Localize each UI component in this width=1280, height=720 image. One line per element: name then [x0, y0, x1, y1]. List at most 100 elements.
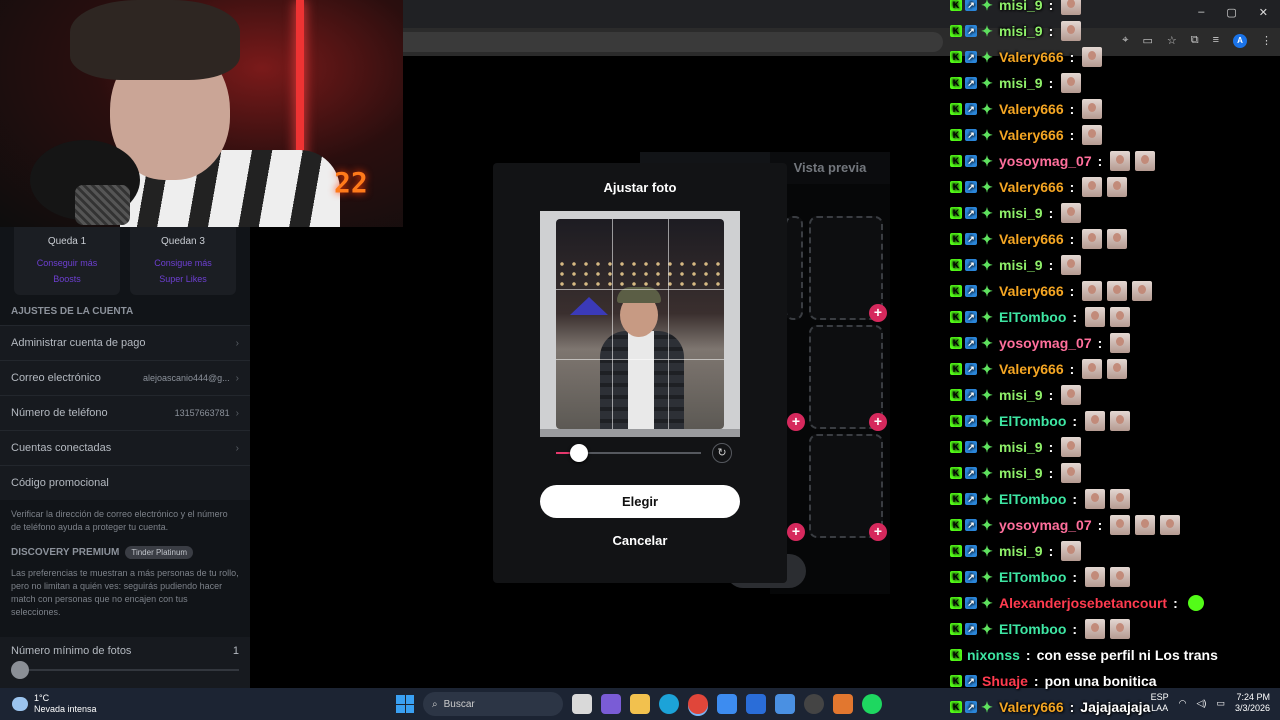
chat-username[interactable]: misi_9 — [999, 465, 1043, 481]
emote-icon — [1061, 73, 1082, 93]
moderator-badge-icon: ↗ — [965, 675, 977, 687]
chat-username[interactable]: yosoymag_07 — [999, 517, 1092, 533]
spotify-icon[interactable] — [862, 694, 882, 714]
chat-separator: : — [1072, 621, 1078, 637]
tent — [570, 297, 608, 315]
address-bar[interactable] — [403, 32, 943, 52]
get-superlikes-link-2[interactable]: Super Likes — [130, 271, 236, 287]
settings-row-connected[interactable]: Cuentas conectadas › — [0, 430, 250, 465]
chat-username[interactable]: Shuaje — [982, 673, 1028, 689]
chat-username[interactable]: ElTomboo — [999, 621, 1066, 637]
settings-row-payment[interactable]: Administrar cuenta de pago › — [0, 325, 250, 360]
obs-icon[interactable] — [804, 694, 824, 714]
chat-username[interactable]: nixonss — [967, 647, 1020, 663]
sparkle-badge-icon: ✦ — [981, 179, 993, 195]
chat-username[interactable]: misi_9 — [999, 439, 1043, 455]
chat-username[interactable]: Valery666 — [999, 101, 1064, 117]
emote-icon — [1061, 463, 1082, 483]
sparkle-badge-icon: ✦ — [981, 101, 993, 117]
get-boosts-link-2[interactable]: Boosts — [14, 271, 120, 287]
get-boosts-link[interactable]: Conseguir más — [14, 255, 120, 271]
choose-button[interactable]: Elegir — [540, 485, 740, 518]
sparkle-badge-icon: ✦ — [981, 283, 993, 299]
chat-username[interactable]: misi_9 — [999, 543, 1043, 559]
settings-row-email[interactable]: Correo electrónico alejoascanio444@g... › — [0, 360, 250, 395]
edge-icon[interactable] — [659, 694, 679, 714]
crop-area[interactable] — [540, 211, 740, 437]
settings-row-phone[interactable]: Número de teléfono 13157663781 › — [0, 395, 250, 430]
chat-username[interactable]: misi_9 — [999, 23, 1043, 39]
moderator-badge-icon: ↗ — [965, 701, 977, 713]
kick-badge-icon: K — [950, 25, 962, 37]
add-photo-button[interactable]: + — [869, 413, 887, 431]
chat-message: K ↗ ✦ Valery666: Jajajaajaja — [950, 697, 1150, 717]
photo-slot[interactable] — [809, 434, 883, 538]
chat-message: Knixonss: con esse perfil ni Los trans — [950, 645, 1218, 665]
visual-studio-icon[interactable] — [746, 694, 766, 714]
search-icon: ⌕ — [432, 698, 438, 710]
chat-username[interactable]: misi_9 — [999, 387, 1043, 403]
chat-separator: : — [1097, 153, 1103, 169]
app-icon[interactable] — [833, 694, 853, 714]
chat-username[interactable]: Valery666 — [999, 127, 1064, 143]
widgets-icon[interactable] — [601, 694, 621, 714]
chat-username[interactable]: yosoymag_07 — [999, 335, 1092, 351]
settings-row-value: alejoascanio444@g... — [142, 373, 230, 383]
photo-slot[interactable] — [785, 216, 803, 320]
file-explorer-icon[interactable] — [630, 694, 650, 714]
chat-username[interactable]: ElTomboo — [999, 569, 1066, 585]
store-icon[interactable] — [717, 694, 737, 714]
chat-message: K ↗ ✦ yosoymag_07: — [950, 151, 1156, 171]
chat-username[interactable]: Valery666 — [999, 179, 1064, 195]
chrome-icon[interactable] — [688, 694, 708, 714]
min-photos-setting: Número mínimo de fotos 1 — [0, 637, 250, 688]
chat-username[interactable]: ElTomboo — [999, 491, 1066, 507]
windows-start-icon[interactable] — [396, 695, 414, 713]
chat-username[interactable]: ElTomboo — [999, 413, 1066, 429]
streamer-hair — [70, 0, 240, 80]
get-superlikes-link[interactable]: Consigue más — [130, 255, 236, 271]
add-photo-button[interactable]: + — [869, 304, 887, 322]
taskbar-search[interactable]: ⌕ Buscar — [423, 692, 563, 716]
moderator-badge-icon: ↗ — [965, 207, 977, 219]
chat-username[interactable]: misi_9 — [999, 0, 1043, 13]
settings-row-label: Número de teléfono — [11, 407, 108, 419]
photo-slot[interactable] — [809, 216, 883, 320]
add-photo-button[interactable]: + — [787, 523, 805, 541]
chat-username[interactable]: ElTomboo — [999, 309, 1066, 325]
chat-username[interactable]: Valery666 — [999, 283, 1064, 299]
profile-photo[interactable] — [556, 219, 724, 429]
photo-slot[interactable] — [809, 325, 883, 429]
chat-username[interactable]: yosoymag_07 — [999, 153, 1092, 169]
chat-separator: : — [1097, 517, 1103, 533]
settings-row-promo[interactable]: Código promocional — [0, 465, 250, 500]
emote-icon — [1085, 307, 1106, 327]
tab-preview[interactable]: Vista previa — [770, 152, 890, 184]
zoom-slider-thumb[interactable] — [570, 444, 589, 462]
min-photos-slider[interactable] — [11, 661, 239, 679]
chat-username[interactable]: Valery666 — [999, 49, 1064, 65]
rotate-icon[interactable]: ↻ — [712, 443, 732, 463]
microphone-grill — [75, 185, 130, 225]
mail-icon[interactable] — [775, 694, 795, 714]
chat-username[interactable]: misi_9 — [999, 75, 1043, 91]
weather-widget[interactable]: 1°C Nevada intensa — [0, 693, 200, 715]
task-view-icon[interactable] — [572, 694, 592, 714]
superlikes-card[interactable]: Quedan 3 Consigue más Super Likes — [130, 227, 236, 295]
add-photo-button[interactable]: + — [787, 413, 805, 431]
cancel-button[interactable]: Cancelar — [540, 533, 740, 551]
chat-message: K ↗ ✦ misi_9: — [950, 385, 1082, 405]
chat-username[interactable]: Valery666 — [999, 231, 1064, 247]
boosts-card[interactable]: Queda 1 Conseguir más Boosts — [14, 227, 120, 295]
emote-icon — [1110, 411, 1131, 431]
chat-username[interactable]: Valery666 — [999, 361, 1064, 377]
min-photos-slider-thumb[interactable] — [11, 661, 29, 679]
taskbar-search-label: Buscar — [443, 698, 475, 710]
chat-username[interactable]: Valery666 — [999, 699, 1064, 715]
chat-username[interactable]: misi_9 — [999, 205, 1043, 221]
emote-icon — [1061, 203, 1082, 223]
add-photo-button[interactable]: + — [869, 523, 887, 541]
chat-username[interactable]: misi_9 — [999, 257, 1043, 273]
zoom-slider[interactable] — [556, 444, 701, 462]
chat-username[interactable]: Alexanderjosebetancourt — [999, 595, 1167, 611]
